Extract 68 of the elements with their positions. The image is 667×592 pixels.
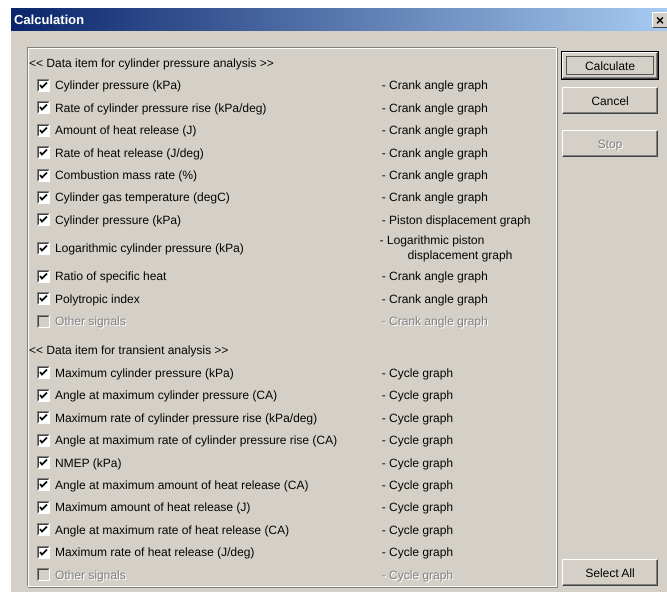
checkbox-square[interactable]	[37, 190, 50, 204]
window-title: Calculation	[14, 12, 84, 27]
checkbox-square[interactable]	[37, 366, 50, 380]
checkbox-square[interactable]	[37, 500, 50, 514]
checkbox-square[interactable]	[37, 456, 50, 469]
graph-type-label: - Crank angle graph	[382, 314, 489, 328]
graph-type-label: - Crank angle graph	[382, 168, 489, 182]
checkbox-label: Other signals	[54, 568, 127, 582]
dialog-button[interactable]: Cancel	[562, 87, 658, 114]
graph-type-label: - Crank angle graph	[382, 269, 489, 284]
checkbox-square[interactable]	[37, 292, 50, 306]
graph-type-label: - Cycle graph	[382, 433, 454, 448]
checkbox-label: Maximum rate of heat release (J/deg)	[54, 545, 256, 560]
checkbox-label: Combustion mass rate (%)	[54, 168, 198, 182]
checkbox-label: Other signals	[54, 314, 127, 328]
graph-type-label: - Crank angle graph	[382, 292, 489, 306]
checkbox-square[interactable]	[37, 546, 50, 559]
graph-type-label: - Crank angle graph	[382, 100, 489, 115]
graph-type-label: - Cycle graph	[382, 522, 454, 537]
checkbox-label: Logarithmic cylinder pressure (kPa)	[54, 241, 245, 256]
graph-type-label: - Cycle graph	[382, 568, 454, 582]
graph-type-label: - Piston displacement graph	[382, 212, 532, 227]
checkbox-square[interactable]	[37, 101, 50, 114]
checkbox-square[interactable]	[37, 168, 50, 182]
checkbox-label: Angle at maximum cylinder pressure (CA)	[54, 388, 278, 402]
checkbox-label: Rate of cylinder pressure rise (kPa/deg)	[54, 100, 268, 115]
checkbox-label: Angle at maximum amount of heat release (CA)	[54, 478, 310, 492]
graph-type-label: - Cycle graph	[382, 366, 454, 380]
checkbox-square[interactable]	[37, 124, 50, 137]
dialog-button[interactable]: Calculate	[562, 52, 658, 79]
close-button[interactable]: ×	[652, 12, 667, 28]
checkbox-square[interactable]	[37, 146, 50, 160]
section-heading: << Data item for cylinder pressure analysis >>	[28, 55, 275, 72]
checkbox-label: Cylinder pressure (kPa)	[54, 78, 182, 92]
graph-type-label: - Cycle graph	[382, 500, 454, 514]
graph-type-label: - Logarithmic piston displacement graph	[380, 233, 514, 264]
graph-type-label: - Cycle graph	[382, 545, 454, 560]
checkbox-square[interactable]	[37, 523, 50, 536]
checkbox-square[interactable]	[37, 78, 50, 92]
checkbox-label: Polytropic index	[54, 292, 141, 306]
graph-type-label: - Crank angle graph	[382, 123, 489, 138]
graph-type-label: - Crank angle graph	[382, 78, 489, 92]
graph-type-label: - Cycle graph	[382, 388, 454, 402]
checkbox-label: Angle at maximum rate of heat release (CA)	[54, 522, 290, 537]
checkbox-label: Maximum amount of heat release (J)	[54, 500, 252, 514]
checkbox-label: Ratio of specific heat	[54, 269, 168, 284]
checkbox-label: Amount of heat release (J)	[54, 123, 198, 138]
graph-type-label: - Crank angle graph	[382, 190, 489, 204]
graph-type-label: - Crank angle graph	[382, 146, 489, 160]
checkbox-square[interactable]	[37, 478, 50, 492]
checkbox-square[interactable]	[37, 434, 50, 447]
graph-type-label: - Cycle graph	[382, 478, 454, 492]
checkbox-label: Maximum rate of cylinder pressure rise (kPa/deg)	[54, 410, 318, 425]
checkbox-label: Rate of heat release (J/deg)	[54, 146, 205, 160]
checkbox-square[interactable]	[37, 242, 50, 255]
select-all-button[interactable]: Select All	[562, 559, 658, 586]
checkbox-label: Cylinder gas temperature (degC)	[54, 190, 231, 204]
checkbox-square[interactable]	[37, 213, 50, 226]
checkbox-label: Maximum cylinder pressure (kPa)	[54, 366, 235, 380]
checkbox-square[interactable]	[37, 270, 50, 283]
checkbox-square[interactable]	[37, 388, 50, 402]
checkbox-square[interactable]	[37, 411, 50, 424]
checkbox-label: Angle at maximum rate of cylinder pressure rise (CA)	[54, 433, 338, 448]
section-heading: << Data item for transient analysis >>	[28, 342, 230, 360]
graph-type-label: - Cycle graph	[382, 456, 454, 470]
checkbox-label: Cylinder pressure (kPa)	[54, 212, 182, 227]
graph-type-label: - Cycle graph	[382, 410, 454, 425]
checkbox-label: NMEP (kPa)	[54, 456, 122, 470]
